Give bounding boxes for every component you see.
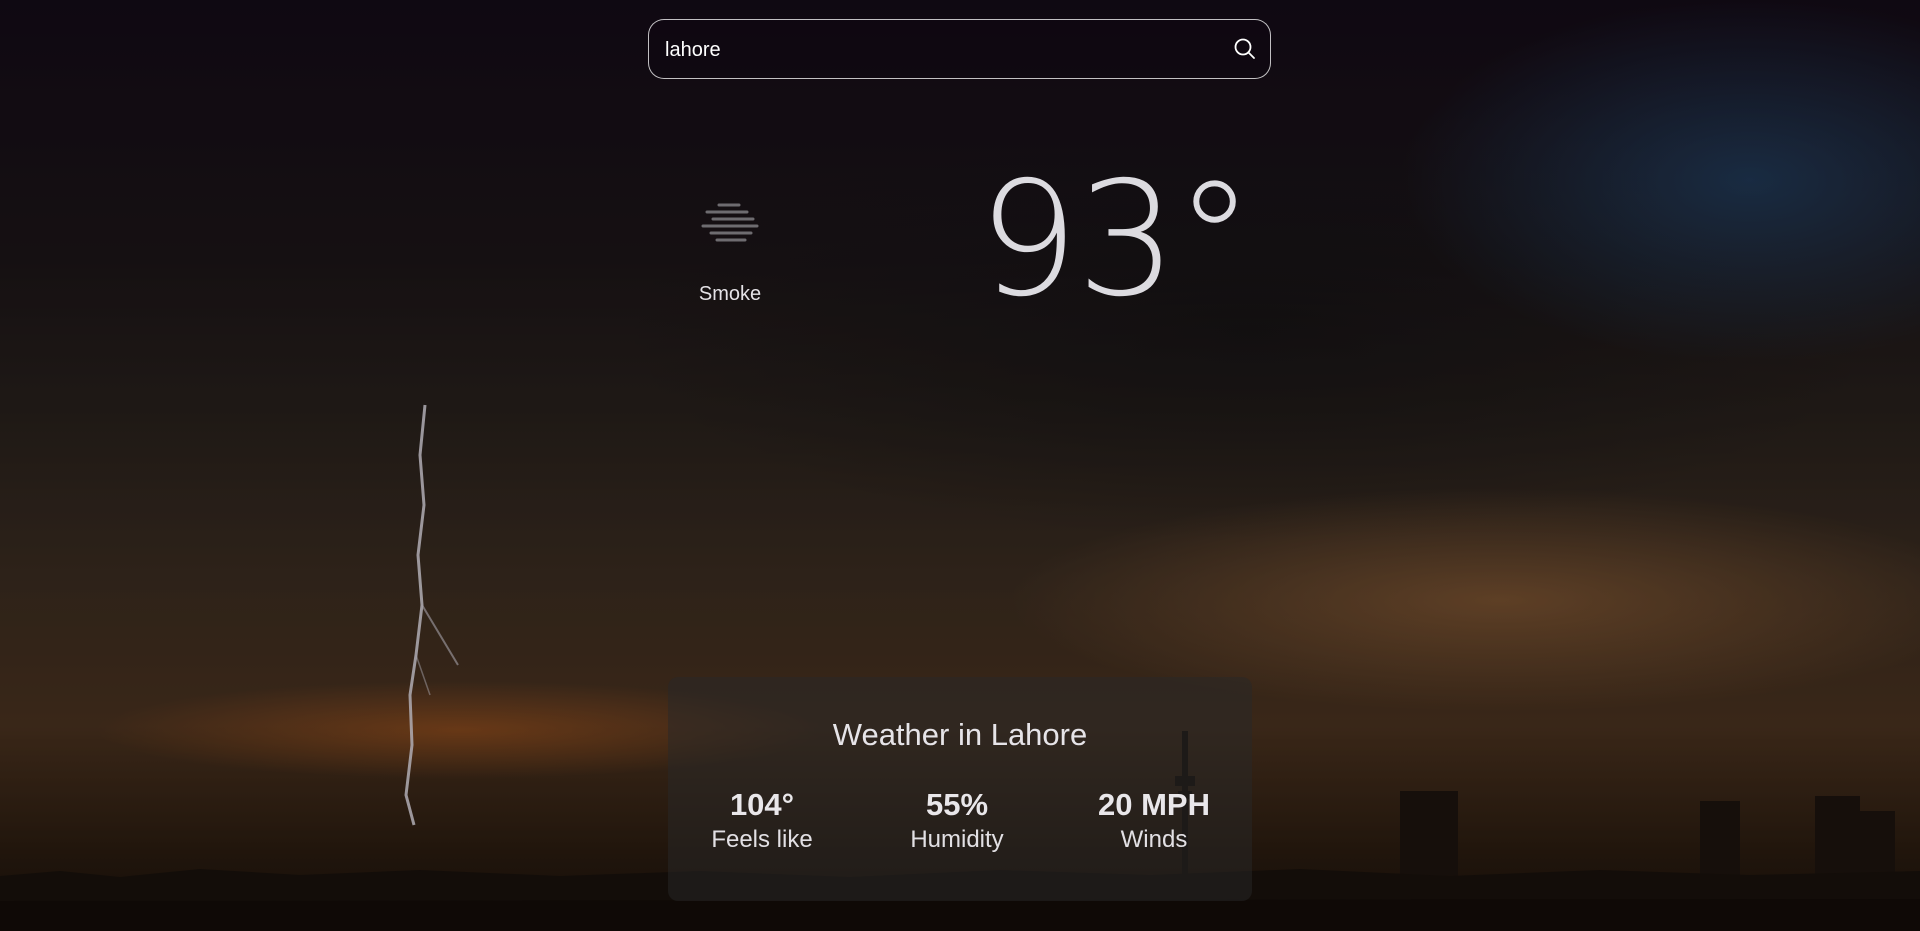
weather-condition: Smoke bbox=[690, 195, 770, 306]
weather-app: Smoke 93° Weather in Lahore 104° Feels l… bbox=[0, 0, 1920, 931]
search-icon[interactable] bbox=[1232, 36, 1258, 62]
search-input[interactable] bbox=[663, 20, 1207, 80]
stat-feels-like: 104° Feels like bbox=[682, 787, 842, 857]
weather-details-card: Weather in Lahore 104° Feels like 55% Hu… bbox=[668, 677, 1252, 901]
stat-value: 104° bbox=[729, 787, 795, 822]
condition-label: Smoke bbox=[698, 283, 762, 305]
stat-value: 20 MPH bbox=[1098, 787, 1210, 822]
search-bar bbox=[648, 19, 1271, 80]
stat-value: 55% bbox=[925, 787, 989, 822]
stat-label: Winds bbox=[1120, 826, 1188, 853]
smoke-icon bbox=[701, 203, 759, 242]
stat-humidity: 55% Humidity bbox=[877, 787, 1037, 857]
stat-winds: 20 MPH Winds bbox=[1074, 787, 1234, 857]
stat-label: Humidity bbox=[910, 826, 1004, 853]
stat-label: Feels like bbox=[711, 826, 813, 853]
card-title: Weather in Lahore bbox=[832, 717, 1088, 752]
current-temperature: 93° bbox=[978, 148, 1254, 332]
